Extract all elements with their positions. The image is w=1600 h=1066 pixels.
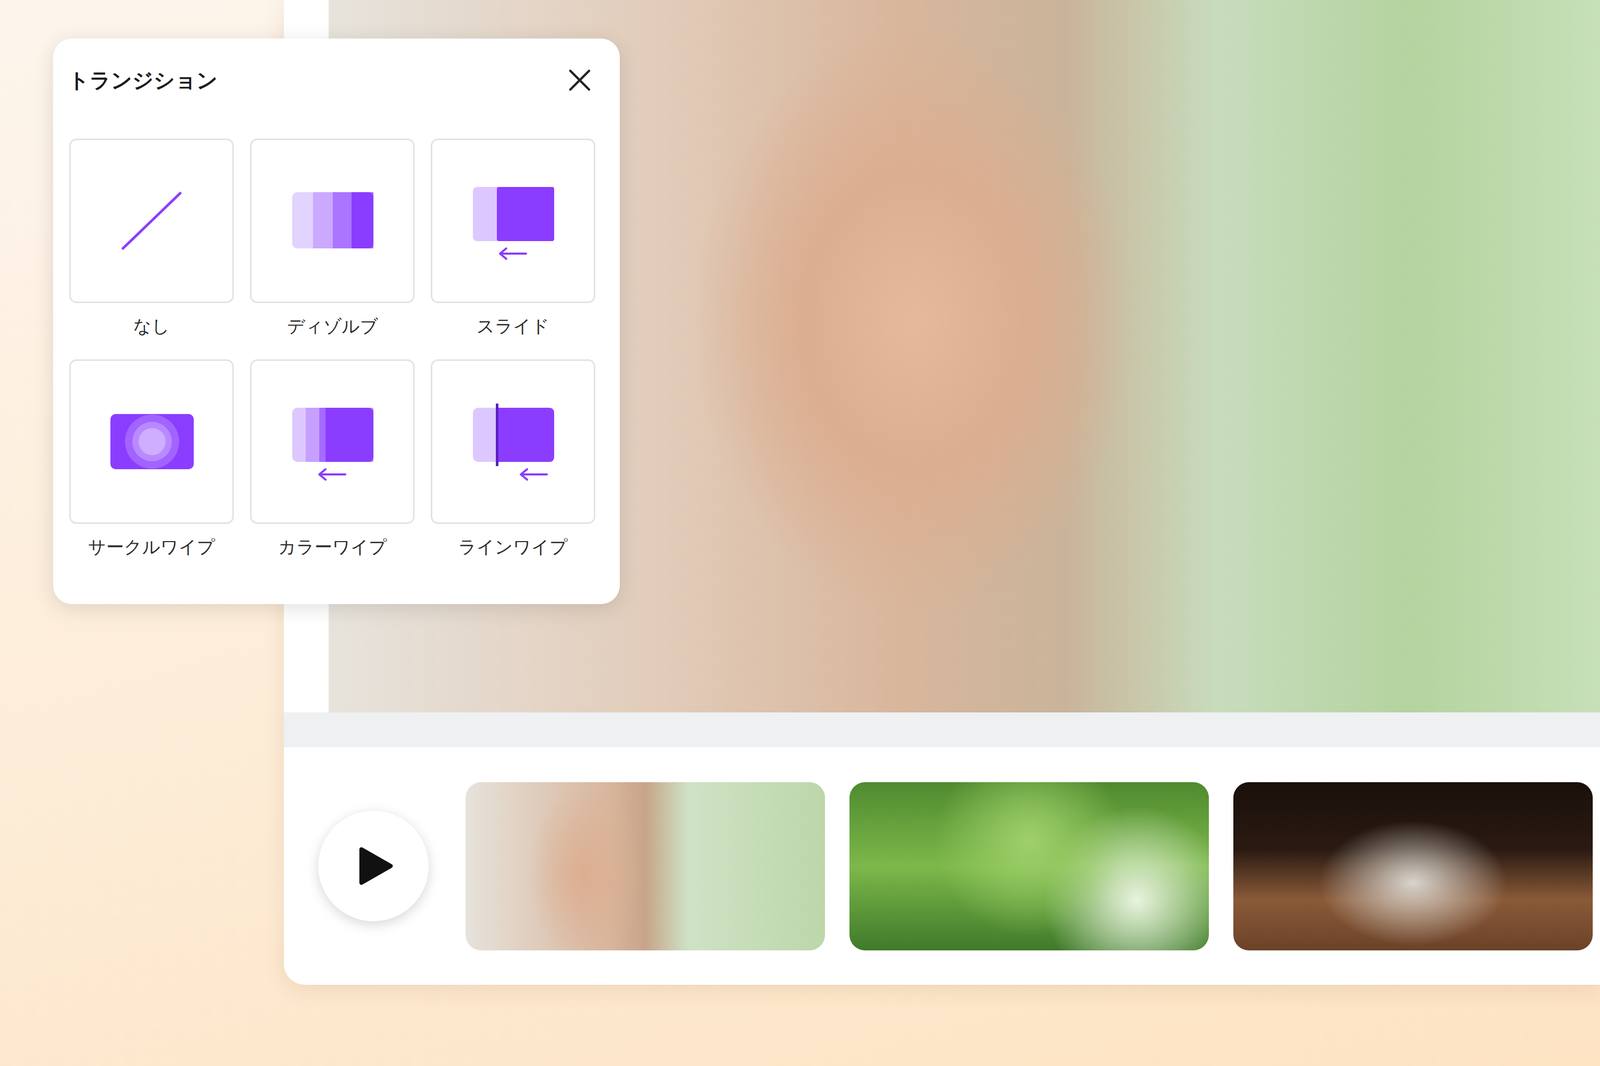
transition-tile[interactable] <box>250 359 415 524</box>
transition-option[interactable]: ラインワイプ <box>430 359 596 560</box>
page: トランジションなし ディゾルブ スライドサークルワイプ カラーワイプ ラインワイプ <box>0 0 1600 1066</box>
close-button[interactable] <box>563 63 597 97</box>
play-icon <box>357 846 394 886</box>
transition-label: サークルワイプ <box>88 535 216 560</box>
circle-wipe-icon <box>107 407 196 476</box>
panel-title: トランジション <box>68 66 218 95</box>
transition-label: ラインワイプ <box>458 535 568 560</box>
transition-option[interactable]: なし <box>69 138 234 339</box>
timeline-clip[interactable] <box>1233 782 1593 951</box>
transition-tile[interactable] <box>69 359 234 524</box>
divider <box>283 712 1600 748</box>
none-icon <box>107 186 196 255</box>
color-wipe-icon <box>288 402 377 481</box>
transition-grid: なし ディゾルブ スライドサークルワイプ カラーワイプ ラインワイプ <box>68 138 605 560</box>
line-wipe-icon <box>468 402 558 481</box>
timeline <box>283 747 1600 985</box>
transition-option[interactable]: ディゾルブ <box>250 138 415 339</box>
transition-label: スライド <box>476 314 550 339</box>
dissolve-icon <box>288 186 377 255</box>
transition-option[interactable]: サークルワイプ <box>69 359 234 560</box>
transition-tile[interactable] <box>69 138 234 304</box>
panel-header: トランジション <box>68 59 605 102</box>
play-button[interactable] <box>318 810 429 922</box>
slide-icon <box>468 181 558 260</box>
close-icon <box>567 67 593 93</box>
transition-option[interactable]: カラーワイプ <box>250 359 415 560</box>
transition-label: ディゾルブ <box>286 314 379 339</box>
transition-tile[interactable] <box>430 138 596 304</box>
transition-label: なし <box>133 314 170 339</box>
transition-option[interactable]: スライド <box>430 138 596 339</box>
timeline-clip[interactable] <box>465 782 825 951</box>
transition-panel: トランジションなし ディゾルブ スライドサークルワイプ カラーワイプ ラインワイプ <box>53 38 620 605</box>
transition-tile[interactable] <box>430 359 596 524</box>
timeline-clip[interactable] <box>849 782 1209 951</box>
transition-label: カラーワイプ <box>278 535 387 560</box>
transition-tile[interactable] <box>250 138 415 304</box>
